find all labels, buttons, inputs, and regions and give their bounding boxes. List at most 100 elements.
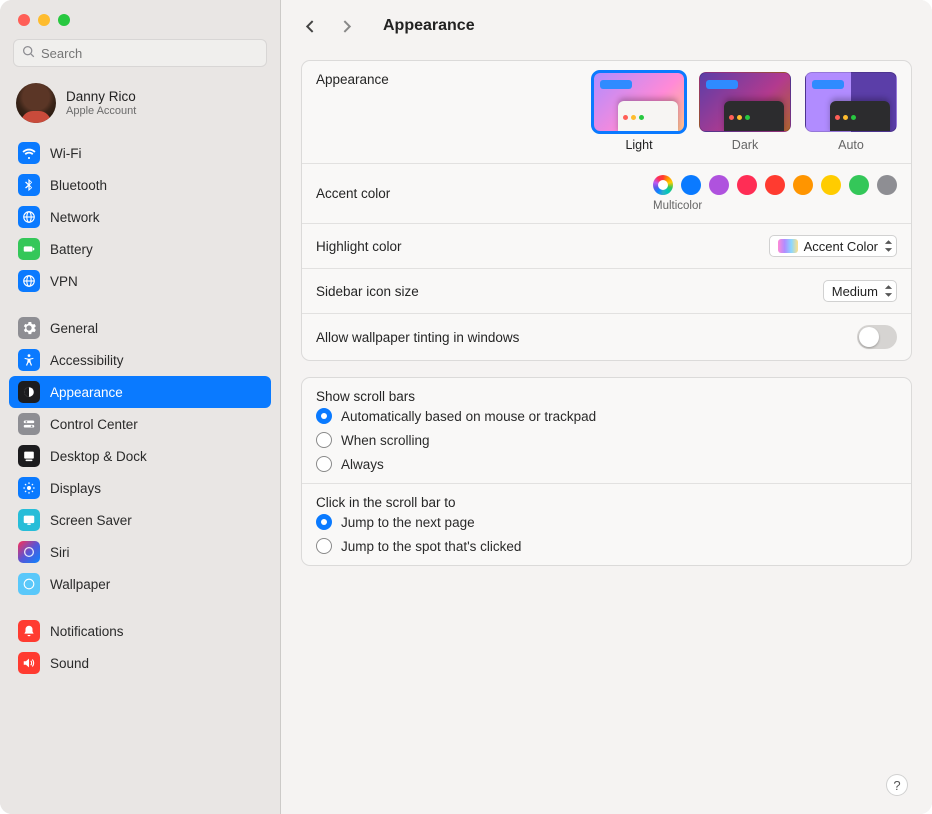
sidebar-item-battery[interactable]: Battery xyxy=(9,233,271,265)
sidebar-icon-size-label: Sidebar icon size xyxy=(316,284,419,299)
scroll-click-option-spot[interactable]: Jump to the spot that's clicked xyxy=(316,538,897,554)
sidebar-item-appearance[interactable]: Appearance xyxy=(9,376,271,408)
appearance-option-auto[interactable]: Auto xyxy=(805,72,897,152)
help-glyph: ? xyxy=(893,778,900,793)
accessibility-icon xyxy=(18,349,40,371)
sidebar-icon-size-row: Sidebar icon size Medium xyxy=(302,268,911,313)
help-button[interactable]: ? xyxy=(886,774,908,796)
accent-swatch-green[interactable] xyxy=(849,175,869,195)
screen-saver-icon xyxy=(18,509,40,531)
sidebar-item-label: Network xyxy=(50,210,100,225)
appearance-option-dark[interactable]: Dark xyxy=(699,72,791,152)
accent-swatch-purple[interactable] xyxy=(709,175,729,195)
displays-icon xyxy=(18,477,40,499)
sidebar-item-screen-saver[interactable]: Screen Saver xyxy=(9,504,271,536)
highlight-color-row: Highlight color Accent Color xyxy=(302,223,911,268)
sidebar-list: Wi-Fi Bluetooth Network Battery VPN xyxy=(0,133,280,814)
sidebar-item-accessibility[interactable]: Accessibility xyxy=(9,344,271,376)
titlebar: Appearance xyxy=(281,0,932,52)
appearance-panel: Appearance Light Dark Auto xyxy=(301,60,912,361)
sidebar-icon-size-select[interactable]: Medium xyxy=(823,280,897,302)
radio-label: Jump to the next page xyxy=(341,515,475,530)
sidebar-item-label: Notifications xyxy=(50,624,124,639)
accent-swatches xyxy=(653,175,897,195)
scroll-bars-section: Show scroll bars Automatically based on … xyxy=(302,378,911,483)
radio-icon xyxy=(316,514,332,530)
sidebar-item-displays[interactable]: Displays xyxy=(9,472,271,504)
radio-icon xyxy=(316,456,332,472)
minimize-window-button[interactable] xyxy=(38,14,50,26)
sidebar-item-sound[interactable]: Sound xyxy=(9,647,271,679)
search-input[interactable] xyxy=(41,46,258,61)
avatar xyxy=(16,83,56,123)
sidebar-icon-size-value: Medium xyxy=(832,284,878,299)
fullscreen-window-button[interactable] xyxy=(58,14,70,26)
accent-swatch-red[interactable] xyxy=(765,175,785,195)
accent-swatch-graphite[interactable] xyxy=(877,175,897,195)
sidebar-item-bluetooth[interactable]: Bluetooth xyxy=(9,169,271,201)
sidebar-item-wallpaper[interactable]: Wallpaper xyxy=(9,568,271,600)
control-center-icon xyxy=(18,413,40,435)
sidebar-item-label: Siri xyxy=(50,545,70,560)
sidebar-item-general[interactable]: General xyxy=(9,312,271,344)
radio-label: Jump to the spot that's clicked xyxy=(341,539,521,554)
scroll-click-option-next-page[interactable]: Jump to the next page xyxy=(316,514,897,530)
radio-label: Always xyxy=(341,457,384,472)
wallpaper-tinting-toggle[interactable] xyxy=(857,325,897,349)
sidebar-item-label: Battery xyxy=(50,242,93,257)
sidebar-item-desktop-dock[interactable]: Desktop & Dock xyxy=(9,440,271,472)
accent-swatch-yellow[interactable] xyxy=(821,175,841,195)
highlight-color-select[interactable]: Accent Color xyxy=(769,235,897,257)
highlight-color-label: Highlight color xyxy=(316,239,402,254)
apple-account-row[interactable]: Danny Rico Apple Account xyxy=(0,76,280,133)
search-field[interactable] xyxy=(13,39,267,67)
accent-swatch-multicolor[interactable] xyxy=(653,175,673,195)
sidebar-item-label: Wi-Fi xyxy=(50,146,81,161)
sidebar-item-label: Bluetooth xyxy=(50,178,107,193)
account-name: Danny Rico xyxy=(66,89,136,104)
sidebar-item-wifi[interactable]: Wi-Fi xyxy=(9,137,271,169)
accent-swatch-pink[interactable] xyxy=(737,175,757,195)
wallpaper-icon xyxy=(18,573,40,595)
siri-icon xyxy=(18,541,40,563)
account-subtitle: Apple Account xyxy=(66,105,136,117)
window-controls xyxy=(0,0,280,36)
scroll-bars-option-always[interactable]: Always xyxy=(316,456,897,472)
battery-icon xyxy=(18,238,40,260)
scroll-click-section: Click in the scroll bar to Jump to the n… xyxy=(302,483,911,565)
content-pane: Appearance Appearance Light Dark xyxy=(281,0,932,814)
wallpaper-tinting-label: Allow wallpaper tinting in windows xyxy=(316,330,519,345)
scroll-bars-option-when-scrolling[interactable]: When scrolling xyxy=(316,432,897,448)
wallpaper-tinting-row: Allow wallpaper tinting in windows xyxy=(302,313,911,360)
accent-color-label: Accent color xyxy=(316,186,390,201)
radio-icon xyxy=(316,408,332,424)
sidebar-item-control-center[interactable]: Control Center xyxy=(9,408,271,440)
sidebar-item-notifications[interactable]: Notifications xyxy=(9,615,271,647)
appearance-option-light[interactable]: Light xyxy=(593,72,685,152)
scroll-panel: Show scroll bars Automatically based on … xyxy=(301,377,912,566)
page-title: Appearance xyxy=(383,17,475,35)
network-icon xyxy=(18,206,40,228)
forward-button[interactable] xyxy=(331,12,361,40)
desktop-dock-icon xyxy=(18,445,40,467)
sound-icon xyxy=(18,652,40,674)
highlight-color-swatch-icon xyxy=(778,239,798,253)
accent-swatch-blue[interactable] xyxy=(681,175,701,195)
sidebar: Danny Rico Apple Account Wi-Fi Bluetooth… xyxy=(0,0,281,814)
sidebar-item-network[interactable]: Network xyxy=(9,201,271,233)
sidebar-item-label: General xyxy=(50,321,98,336)
back-button[interactable] xyxy=(295,12,325,40)
appearance-icon xyxy=(18,381,40,403)
sidebar-item-siri[interactable]: Siri xyxy=(9,536,271,568)
sidebar-item-vpn[interactable]: VPN xyxy=(9,265,271,297)
radio-icon xyxy=(316,432,332,448)
sidebar-item-label: Accessibility xyxy=(50,353,124,368)
accent-swatch-orange[interactable] xyxy=(793,175,813,195)
accent-color-row: Accent color Mul xyxy=(302,163,911,223)
chevron-updown-icon xyxy=(884,285,893,297)
appearance-option-label: Light xyxy=(625,138,652,152)
close-window-button[interactable] xyxy=(18,14,30,26)
appearance-row: Appearance Light Dark Auto xyxy=(302,61,911,163)
system-settings-window: Danny Rico Apple Account Wi-Fi Bluetooth… xyxy=(0,0,932,814)
scroll-bars-option-auto[interactable]: Automatically based on mouse or trackpad xyxy=(316,408,897,424)
